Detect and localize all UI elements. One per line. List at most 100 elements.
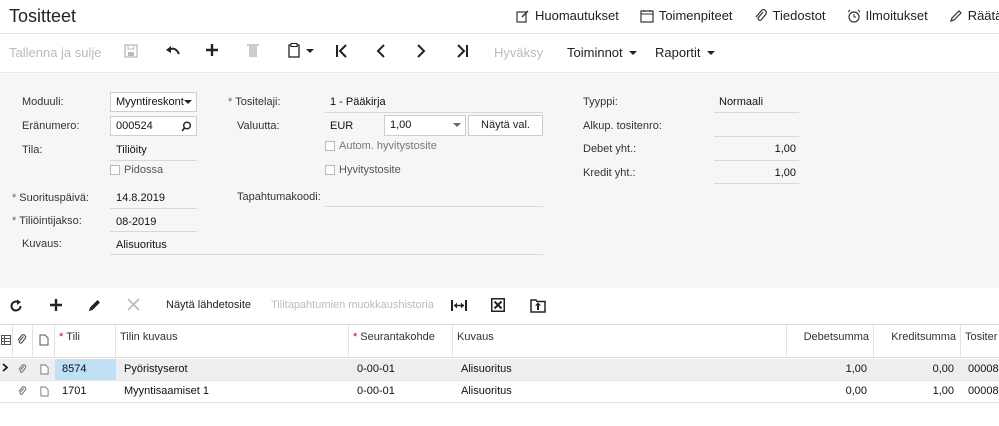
notes-link[interactable]: Huomautukset	[516, 8, 619, 23]
files-link[interactable]: Tiedostot	[754, 8, 826, 23]
account-header-label: Tili	[66, 331, 80, 343]
top-bar: Tositteet Huomautukset Toimenpiteet Tied…	[0, 0, 999, 34]
subaccount-cell[interactable]: 0-00-01	[349, 359, 453, 380]
row-attachment-cell[interactable]	[13, 359, 33, 380]
description-label: Kuvaus:	[22, 238, 62, 250]
account-desc-cell[interactable]: Myyntisaamiset 1	[116, 381, 349, 402]
field-underline	[325, 112, 543, 113]
description-column-header[interactable]: Kuvaus	[453, 325, 787, 358]
account-desc-cell[interactable]: Pyöristyserot	[116, 359, 349, 380]
upload-button[interactable]	[530, 297, 546, 313]
subaccount-cell[interactable]: 0-00-01	[349, 381, 453, 402]
batch-form: Moduuli: Myyntireskont Eränumero: 000524…	[0, 74, 999, 288]
fit-width-icon	[451, 300, 467, 311]
row-attachment-cell[interactable]	[13, 381, 33, 402]
last-record-button[interactable]	[456, 44, 469, 58]
description-cell[interactable]: Alisuoritus	[453, 359, 787, 380]
debit-cell[interactable]: 0,00	[787, 381, 871, 402]
transaction-date-field[interactable]: 14.8.2019	[116, 192, 165, 204]
reference-cell[interactable]: 00008	[964, 381, 999, 402]
required-marker: *	[12, 192, 17, 204]
activities-link[interactable]: Toimenpiteet	[640, 8, 733, 23]
credit-cell[interactable]: 0,00	[874, 359, 958, 380]
account-desc-column-header[interactable]: Tilin kuvaus	[116, 325, 349, 358]
batch-number-value: 000524	[116, 120, 153, 132]
view-source-button[interactable]: Näytä lähdetosite	[166, 299, 251, 311]
approve-button[interactable]: Hyväksy	[494, 45, 543, 60]
paperclip-icon	[18, 386, 27, 395]
table-row[interactable]: 8574 Pyöristyserot 0-00-01 Alisuoritus 1…	[0, 359, 999, 381]
rate-select[interactable]: 1,00	[384, 115, 466, 136]
actions-menu[interactable]: Toiminnot	[567, 45, 637, 60]
paperclip-icon	[17, 334, 27, 344]
reference-cell[interactable]: 00008	[964, 359, 999, 380]
account-cell[interactable]: 1701	[55, 381, 116, 402]
fit-columns-button[interactable]	[451, 299, 467, 312]
debit-cell[interactable]: 1,00	[787, 359, 871, 380]
page-title: Tositteet	[9, 6, 77, 26]
grid-settings-icon	[1, 335, 11, 345]
excel-icon	[491, 298, 505, 312]
description-cell[interactable]: Alisuoritus	[453, 381, 787, 402]
debit-column-header[interactable]: Debetsumma	[787, 325, 874, 358]
account-desc-header-label: Tilin kuvaus	[120, 331, 178, 343]
export-excel-button[interactable]	[491, 298, 505, 312]
notifications-link-label: Ilmoitukset	[865, 8, 928, 23]
auto-reversing-checkbox[interactable]	[325, 141, 335, 151]
reports-menu[interactable]: Raportit	[655, 45, 715, 60]
pencil-icon	[89, 300, 100, 311]
add-row-button[interactable]	[49, 298, 63, 312]
batch-number-label: Eränumero:	[22, 120, 80, 132]
period-field[interactable]: 08-2019	[116, 216, 156, 228]
notifications-link[interactable]: Ilmoitukset	[847, 8, 928, 23]
description-field[interactable]: Alisuoritus	[116, 239, 167, 251]
account-cell[interactable]: 8574	[55, 359, 116, 380]
row-note-cell[interactable]	[33, 381, 55, 402]
credit-cell[interactable]: 1,00	[874, 381, 958, 402]
delete-row-button[interactable]	[127, 298, 140, 311]
save-close-button[interactable]: Tallenna ja sulje	[9, 45, 102, 60]
row-selector[interactable]	[0, 359, 13, 380]
add-button[interactable]	[205, 43, 219, 57]
debit-total-label: Debet yht.:	[583, 143, 637, 155]
ledger-field[interactable]: 1 - Pääkirja	[330, 96, 386, 108]
required-marker: *	[228, 96, 233, 108]
row-selector[interactable]	[0, 381, 13, 402]
reference-column-header[interactable]: Tositer	[961, 325, 999, 358]
delete-button[interactable]	[247, 43, 259, 58]
first-record-button[interactable]	[335, 44, 348, 58]
show-rate-button[interactable]: Näytä val.	[468, 115, 543, 136]
history-button[interactable]: Tilitapahtumien muokkaushistoria	[271, 299, 434, 311]
chevron-down-icon	[184, 100, 192, 104]
undo-button[interactable]	[165, 44, 181, 58]
row-note-cell[interactable]	[33, 359, 55, 380]
column-settings-header[interactable]	[0, 325, 13, 358]
currency-field[interactable]: EUR	[330, 120, 353, 132]
credit-column-header[interactable]: Kreditsumma	[874, 325, 961, 358]
previous-record-button[interactable]	[376, 44, 386, 58]
clipboard-icon	[288, 43, 300, 58]
status-value: Tiliöity	[116, 144, 147, 156]
module-select[interactable]: Myyntireskont	[110, 92, 197, 112]
reversing-checkbox[interactable]	[325, 165, 335, 175]
table-row[interactable]: 1701 Myyntisaamiset 1 0-00-01 Alisuoritu…	[0, 381, 999, 403]
transactions-grid: * Tili Tilin kuvaus * Seurantakohde Kuvaus…	[0, 324, 999, 426]
hold-checkbox[interactable]	[110, 165, 120, 175]
first-page-icon	[336, 44, 347, 58]
customize-link[interactable]: Räätäl	[949, 8, 999, 23]
refresh-button[interactable]	[9, 299, 23, 313]
batch-number-field[interactable]: 000524	[110, 116, 197, 136]
subaccount-column-header[interactable]: * Seurantakohde	[349, 325, 453, 358]
field-underline	[714, 136, 799, 137]
paste-button[interactable]	[288, 43, 314, 58]
period-label-text: Tiliöintijakso:	[19, 215, 82, 227]
calendar-icon	[640, 9, 654, 23]
note-icon	[40, 364, 49, 375]
account-column-header[interactable]: * Tili	[55, 325, 116, 358]
next-record-button[interactable]	[416, 44, 426, 58]
search-icon	[181, 121, 191, 132]
status-label: Tila:	[22, 144, 43, 156]
reference-header-label: Tositer	[965, 331, 998, 343]
save-button[interactable]	[124, 44, 138, 58]
edit-row-button[interactable]	[88, 298, 102, 312]
